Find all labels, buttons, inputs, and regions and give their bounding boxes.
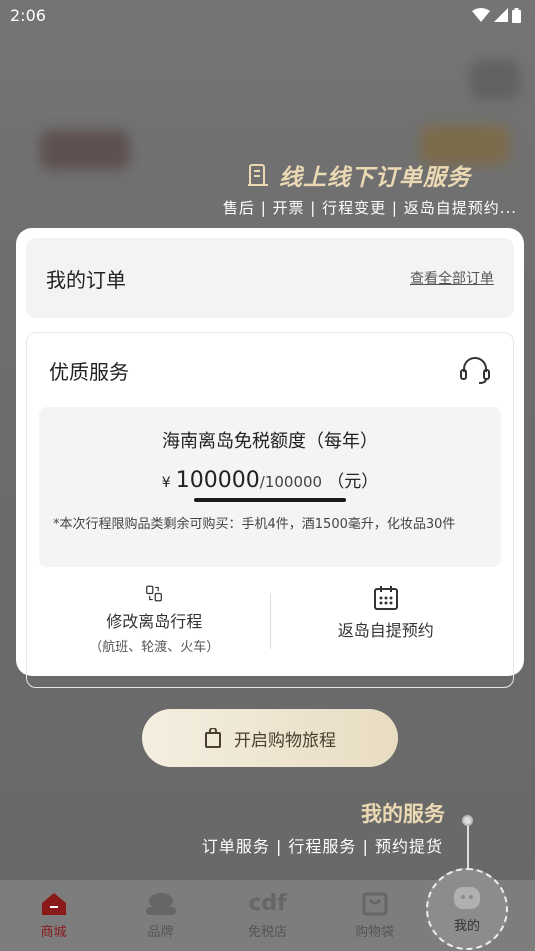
service-header: 优质服务 [39, 333, 501, 407]
calendar-icon [373, 586, 398, 610]
nav-item-me[interactable]: 我的 [426, 868, 508, 950]
modify-itinerary-button[interactable]: 修改离岛行程 （航班、轮渡、火车） [39, 585, 270, 655]
status-time: 2:06 [10, 5, 46, 25]
quota-unit: （元） [327, 472, 379, 492]
quota-note: *本次行程限购品类剩余可购买：手机4件，酒1500毫升，化妆品30件 [53, 517, 456, 532]
quota-remaining: 100000 [175, 468, 260, 493]
nav-item-duty-free[interactable]: cdf 免税店 [223, 891, 313, 940]
bag-icon [362, 892, 387, 916]
quota-amount: ¥ 100000/100000 （元） [53, 467, 487, 493]
quality-service-section: 优质服务 海南离岛免税额度（每年） ¥ 100000/100000 （元） *本… [26, 332, 514, 688]
quota-title: 海南离岛免税额度（每年） [162, 431, 378, 452]
start-shopping-button[interactable]: 开启购物旅程 [142, 709, 398, 767]
profile-icon [454, 886, 480, 909]
receipt-icon [248, 164, 268, 186]
my-service-title: 我的服务 [361, 802, 445, 826]
start-shopping-label: 开启购物旅程 [234, 730, 336, 751]
nav-label-duty-free: 免税店 [247, 925, 287, 940]
battery-icon [512, 7, 521, 23]
nav-label-mall: 商城 [40, 925, 67, 940]
brand-icon [145, 893, 176, 915]
nav-label-brand: 品牌 [147, 925, 174, 940]
my-service-subtitle: 订单服务 | 行程服务 | 预约提货 [201, 837, 443, 856]
nav-item-mall[interactable]: 商城 [9, 891, 99, 940]
promo-title: 线上线下订单服务 [247, 158, 471, 192]
nav-label-me: 我的 [453, 918, 480, 934]
pickup-appointment-label: 返岛自提预约 [337, 621, 434, 640]
nav-item-brand[interactable]: 品牌 [116, 891, 206, 940]
guide-pointer-dot [462, 815, 473, 826]
status-bar: 2:06 [0, 0, 535, 30]
quota-progress-bar [194, 498, 346, 502]
nav-item-bag[interactable]: 购物袋 [330, 891, 420, 940]
shopping-bag-icon [205, 728, 221, 748]
promo-subtitle: 售后 | 开票 | 行程变更 | 返岛自提预约... [222, 199, 517, 217]
quota-total: /100000 [259, 473, 323, 491]
service-actions: 修改离岛行程 （航班、轮渡、火车） 返岛自提预约 [39, 585, 501, 655]
my-orders-title: 我的订单 [46, 267, 126, 292]
nav-label-bag: 购物袋 [354, 925, 394, 940]
promo-title-text: 线上线下订单服务 [279, 165, 471, 191]
status-icons [472, 7, 521, 23]
modify-itinerary-label: 修改离岛行程 [106, 612, 203, 631]
cdf-logo-icon: cdf [248, 891, 287, 916]
wifi-icon [472, 8, 490, 22]
pickup-appointment-button[interactable]: 返岛自提预约 [271, 585, 502, 655]
signal-icon [494, 8, 508, 22]
view-all-orders-link[interactable]: 查看全部订单 [410, 268, 494, 288]
my-orders-row: 我的订单 查看全部订单 [26, 238, 514, 318]
modify-itinerary-sub: （航班、轮渡、火车） [89, 640, 220, 655]
service-title: 优质服务 [49, 359, 129, 384]
tax-free-quota-panel: 海南离岛免税额度（每年） ¥ 100000/100000 （元） *本次行程限购… [39, 407, 501, 567]
order-service-card: 我的订单 查看全部订单 优质服务 海南离岛免税额度（每年） ¥ 100000/1… [16, 228, 524, 688]
customer-service-headset-icon[interactable] [459, 355, 491, 385]
currency-symbol: ¥ [161, 475, 171, 491]
home-icon [41, 893, 66, 915]
itinerary-icon [146, 585, 163, 602]
